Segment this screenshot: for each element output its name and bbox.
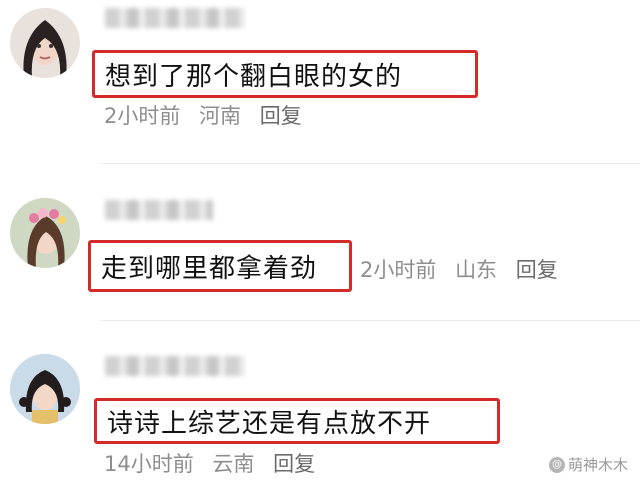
username-blurred — [105, 356, 245, 376]
divider — [100, 320, 640, 321]
comment-meta: 2小时前 山东 回复 — [360, 254, 570, 284]
reply-button[interactable]: 回复 — [516, 258, 558, 282]
reply-button[interactable]: 回复 — [273, 452, 315, 476]
comment-meta: 2小时前 河南 回复 — [104, 100, 314, 130]
comment-location: 云南 — [212, 452, 255, 476]
username-blurred — [105, 200, 213, 220]
comment-highlight-box: 诗诗上综艺还是有点放不开 — [94, 398, 500, 444]
comment-location: 河南 — [199, 104, 242, 128]
watermark-text: 萌神木木 — [567, 456, 628, 474]
avatar[interactable] — [10, 198, 80, 268]
comment-text: 想到了那个翻白眼的女的 — [105, 61, 403, 92]
comment-location: 山东 — [455, 258, 498, 282]
at-icon: @ — [548, 456, 565, 473]
comment-time: 2小时前 — [104, 104, 181, 128]
divider — [100, 163, 640, 164]
avatar[interactable] — [10, 354, 80, 424]
comment-time: 14小时前 — [104, 452, 194, 476]
comment-text: 走到哪里都拿着劲 — [101, 253, 318, 284]
avatar[interactable] — [10, 8, 80, 78]
comment-text: 诗诗上综艺还是有点放不开 — [107, 408, 432, 439]
comment-highlight-box: 走到哪里都拿着劲 — [88, 240, 352, 292]
username-blurred — [105, 8, 245, 28]
comment-time: 2小时前 — [360, 258, 437, 282]
comment-meta: 14小时前 云南 回复 — [104, 448, 327, 478]
watermark: @ 萌神木木 — [548, 454, 628, 475]
comment-highlight-box: 想到了那个翻白眼的女的 — [92, 50, 478, 98]
reply-button[interactable]: 回复 — [260, 104, 302, 128]
